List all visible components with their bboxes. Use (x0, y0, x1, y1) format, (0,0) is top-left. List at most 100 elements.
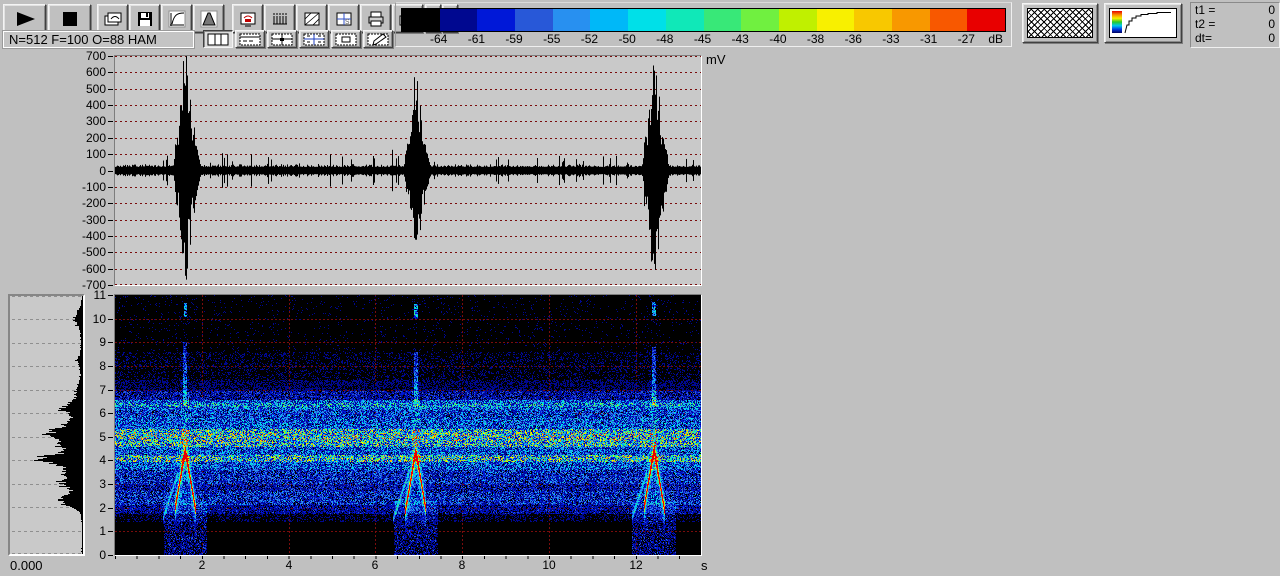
waveform-y-tick-label: 500 (70, 83, 106, 96)
axis-tick (108, 285, 113, 286)
cursor-readout-panel: t1 = 0 t2 = 0 dt= 0 (1190, 2, 1280, 48)
peak-display-button[interactable] (193, 4, 224, 33)
axis-tick (108, 187, 113, 188)
axis-tick (108, 437, 113, 438)
layout-inset-icon (334, 33, 358, 46)
legend-color-segment (892, 9, 930, 31)
status-field[interactable]: N=512 F=100 O=88 HAM (3, 31, 194, 48)
color-transfer-curve-icon (1109, 8, 1177, 38)
spectrogram-x-tick-label: 4 (272, 559, 306, 572)
spectrogram-y-tick-label: 2 (70, 502, 106, 515)
axis-tick (108, 72, 113, 73)
layout-columns-button[interactable] (203, 30, 233, 48)
spectrogram-y-tick-label: 6 (70, 407, 106, 420)
axis-tick (108, 121, 113, 122)
spectrogram-y-tick-label: 5 (70, 431, 106, 444)
monitor-button[interactable] (232, 4, 263, 33)
legend-tick-label: -40 (761, 32, 795, 46)
stop-button[interactable] (48, 4, 91, 33)
print-button[interactable] (360, 4, 391, 33)
log-curve-icon (1110, 9, 1174, 35)
axis-tick (108, 366, 113, 367)
legend-tick-label: -27 (949, 32, 983, 46)
play-button[interactable] (3, 4, 46, 33)
axis-tick (108, 203, 113, 204)
waveform-y-tick-label: -400 (70, 230, 106, 243)
axis-tick (108, 295, 113, 296)
pattern-box-icon (302, 9, 322, 29)
legend-color-segment (854, 9, 892, 31)
waveform-y-tick-label: -500 (70, 246, 106, 259)
spectrogram-x-tick-label: 10 (532, 559, 566, 572)
legend-tick-label: -48 (648, 32, 682, 46)
readout-row-t1: t1 = 0 (1191, 3, 1279, 17)
spectrogram-y-tick-label: 3 (70, 478, 106, 491)
legend-color-segment (666, 9, 704, 31)
layout-inset-button[interactable] (331, 30, 361, 48)
dt-label: dt= (1195, 31, 1212, 45)
spectrogram-x-tick-label: 12 (619, 559, 653, 572)
pattern-display-button[interactable] (296, 4, 327, 33)
edit-button[interactable] (363, 30, 393, 48)
axis-tick (108, 390, 113, 391)
legend-color-segment (930, 9, 968, 31)
spectrogram-y-tick-label: 7 (70, 384, 106, 397)
waveform-unit-label: mV (706, 52, 726, 67)
layout-columns-icon (206, 33, 230, 46)
hatch-pattern-button[interactable] (1022, 3, 1098, 43)
color-scale-legend: dB -64-61-59-55-52-50-48-45-43-40-38-36-… (395, 2, 1012, 47)
legend-color-segment (402, 9, 440, 31)
axis-tick (108, 56, 113, 57)
waveform-plot[interactable] (115, 56, 701, 285)
spectrogram-y-tick-label: 0 (70, 549, 106, 562)
legend-tick-label: -59 (497, 32, 531, 46)
legend-tick-label: -33 (874, 32, 908, 46)
waveform-y-tick-label: 200 (70, 132, 106, 145)
signal-settings-button[interactable]: s (328, 4, 359, 33)
axis-tick (108, 252, 113, 253)
axis-tick (108, 484, 113, 485)
layout-cross-button[interactable] (299, 30, 329, 48)
legend-color-segment (515, 9, 553, 31)
legend-color-segment (590, 9, 628, 31)
axis-tick (108, 269, 113, 270)
play-icon (10, 10, 40, 28)
spectrogram-x-tick-label: 6 (358, 559, 392, 572)
waveform-y-tick-label: 600 (70, 66, 106, 79)
average-spectrum-plot (10, 296, 83, 554)
save-button[interactable] (129, 4, 160, 33)
axis-tick (108, 154, 113, 155)
capture-icon (102, 9, 124, 29)
spectrogram-y-tick-label: 1 (70, 525, 106, 538)
legend-color-segment (741, 9, 779, 31)
gain-curve-button[interactable] (161, 4, 192, 33)
axis-tick (108, 508, 113, 509)
axis-tick (108, 413, 113, 414)
axis-tick (108, 531, 113, 532)
t2-value: 0 (1268, 17, 1275, 31)
legend-color-segment (704, 9, 742, 31)
pencil-icon (366, 33, 390, 46)
legend-color-segment (967, 9, 1005, 31)
comb-display-button[interactable] (264, 4, 295, 33)
save-icon (135, 9, 155, 29)
readout-row-dt: dt= 0 (1191, 31, 1279, 45)
average-spectrum-panel[interactable] (8, 294, 85, 556)
t1-value: 0 (1268, 3, 1275, 17)
waveform-y-tick-label: -200 (70, 197, 106, 210)
layout-grid-button[interactable] (267, 30, 297, 48)
dt-value: 0 (1268, 31, 1275, 45)
spectrogram-plot[interactable] (115, 295, 701, 555)
layout-top-bar-button[interactable] (235, 30, 265, 48)
axis-tick (108, 342, 113, 343)
axis-tick (108, 555, 113, 556)
capture-button[interactable] (97, 4, 128, 33)
color-transfer-curve-button[interactable] (1104, 3, 1182, 43)
axis-tick (108, 105, 113, 106)
waveform-y-tick-label: -600 (70, 263, 106, 276)
layout-grid-icon (270, 33, 294, 46)
printer-icon (366, 9, 386, 29)
axis-tick (108, 236, 113, 237)
waveform-y-tick-label: 0 (70, 165, 106, 178)
legend-color-segment (553, 9, 591, 31)
